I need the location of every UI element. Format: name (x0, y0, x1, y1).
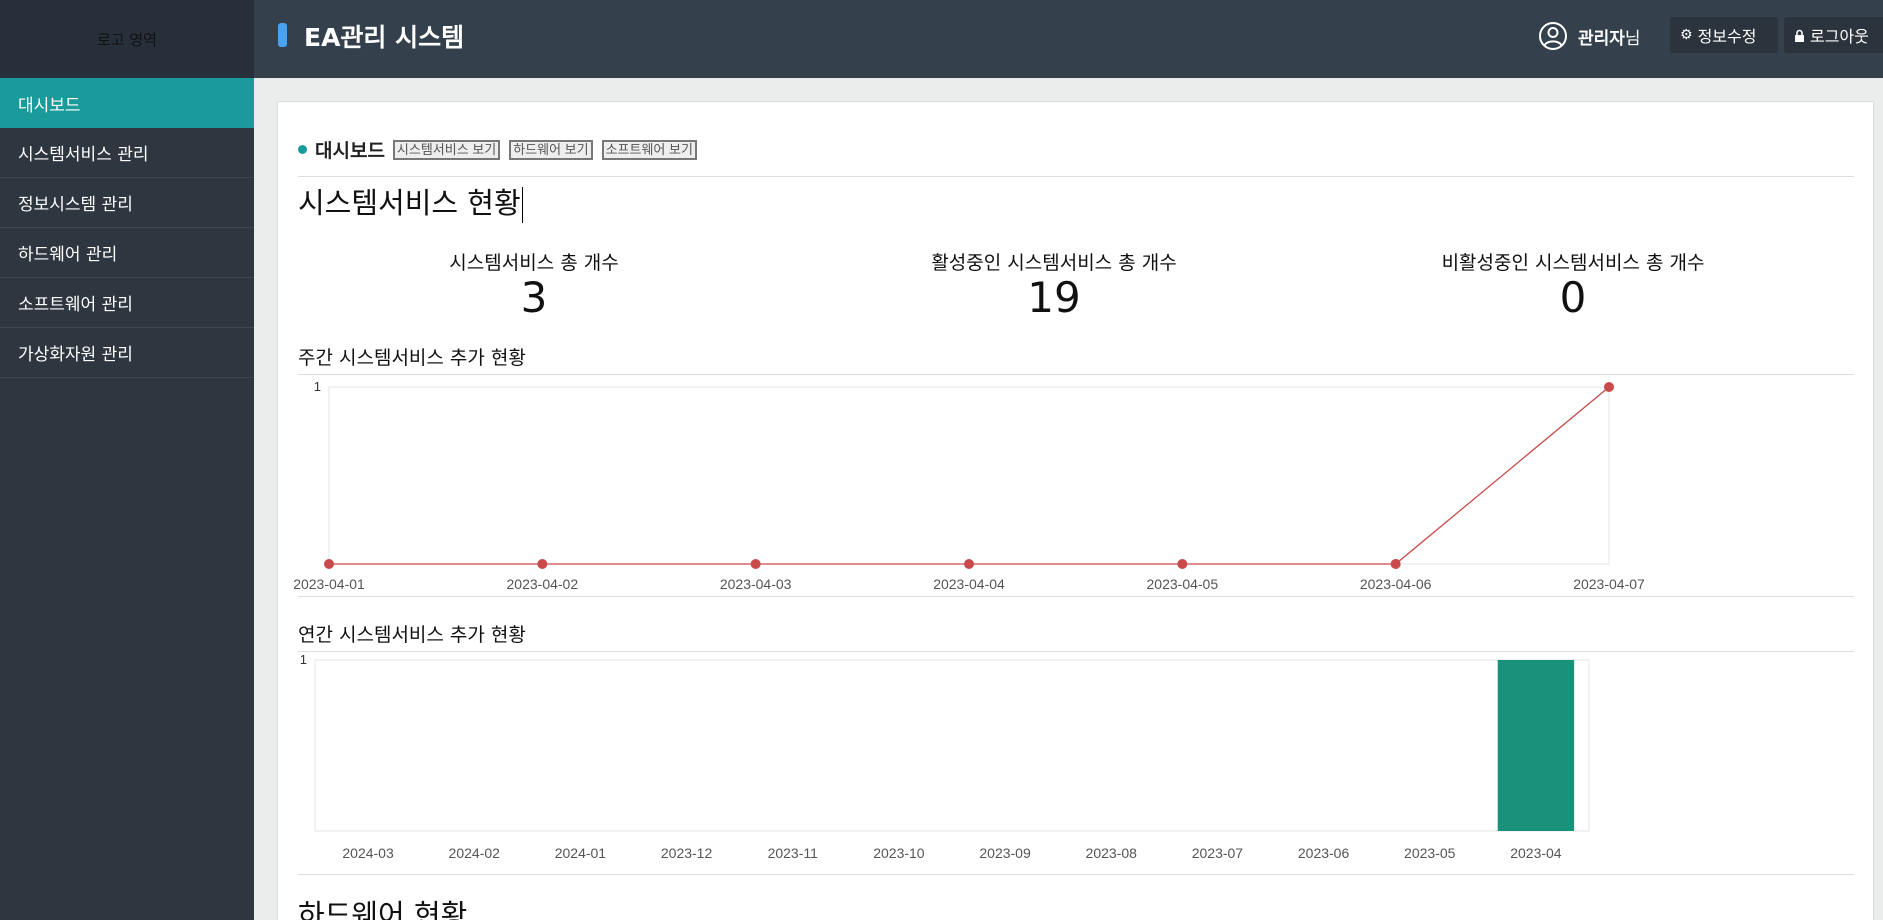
page-title: 대시보드 (315, 140, 385, 162)
x-tick-label: 2023-05 (1404, 845, 1456, 861)
weekly-chart-title: 주간 시스템서비스 추가 현황 (298, 347, 526, 369)
data-point (1604, 382, 1614, 392)
stat-active-value: 19 (1027, 273, 1081, 322)
sidebar-item-software[interactable]: 소프트웨어 관리 (0, 278, 254, 328)
sidebar-item-virtualization[interactable]: 가상화자원 관리 (0, 328, 254, 378)
x-tick-label: 2023-04-05 (1147, 576, 1219, 592)
data-point (537, 559, 548, 569)
content-panel: 대시보드 시스템서비스 보기 하드웨어 보기 소프트웨어 보기 시스템서비스 현… (277, 101, 1874, 920)
x-tick-label: 2023-04-04 (933, 576, 1005, 592)
edit-profile-label: 정보수정 (1697, 27, 1757, 46)
app-title: EA관리 시스템 (304, 23, 465, 52)
x-tick-label: 2023-04-06 (1360, 576, 1432, 592)
x-tick-label: 2023-04-07 (1573, 576, 1645, 592)
view-software-button[interactable]: 소프트웨어 보기 (601, 139, 697, 160)
logout-label: 로그아웃 (1810, 27, 1869, 46)
series-line (329, 386, 1610, 565)
divider (298, 874, 1854, 875)
bar (1497, 660, 1575, 831)
x-tick-label: 2023-06 (1298, 845, 1350, 861)
x-tick-label: 2023-12 (661, 845, 713, 861)
x-tick-label: 2024-03 (342, 845, 394, 861)
data-point (1390, 559, 1401, 569)
gear-icon: ⚙ (1680, 27, 1693, 43)
x-tick-label: 2023-04 (1510, 845, 1562, 861)
x-tick-label: 2023-04-01 (293, 576, 365, 592)
x-tick-label: 2024-01 (555, 845, 607, 861)
data-point (964, 559, 974, 569)
stat-total-label: 시스템서비스 총 개수 (449, 252, 619, 274)
x-tick-label: 2023-10 (873, 845, 925, 861)
x-tick-label: 2023-04-03 (720, 576, 792, 592)
top-header: EA관리 시스템 관리자님 ⚙ 정보수정 로그아웃 (254, 0, 1883, 78)
user-name-suffix: 님 (1624, 29, 1641, 49)
title-accent-bar (278, 23, 287, 47)
bullet-icon (298, 145, 307, 154)
user-name: 관리자님 (1578, 24, 1641, 49)
sidebar-item-system-service[interactable]: 시스템서비스 관리 (0, 128, 254, 178)
x-tick-label: 2023-11 (768, 845, 819, 861)
data-point (1177, 559, 1188, 569)
edit-profile-button[interactable]: ⚙ 정보수정 (1670, 17, 1778, 53)
user-name-bold: 관리자 (1578, 29, 1625, 49)
x-tick-label: 2023-07 (1192, 845, 1244, 861)
stat-inactive: 비활성중인 시스템서비스 총 개수 0 (1313, 248, 1833, 321)
text-cursor (521, 187, 523, 223)
breadcrumb: 대시보드 시스템서비스 보기 하드웨어 보기 소프트웨어 보기 (298, 136, 706, 163)
stat-total-value: 3 (520, 273, 548, 322)
x-tick-label: 2023-08 (1086, 845, 1138, 861)
stat-inactive-label: 비활성중인 시스템서비스 총 개수 (1441, 252, 1705, 274)
section-title-text: 시스템서비스 현황 (298, 186, 521, 220)
logout-button[interactable]: 로그아웃 (1784, 17, 1883, 53)
x-tick-label: 2023-09 (979, 845, 1031, 861)
divider (298, 596, 1854, 597)
sidebar-item-hardware[interactable]: 하드웨어 관리 (0, 228, 254, 278)
yearly-chart-title: 연간 시스템서비스 추가 현황 (298, 624, 526, 646)
view-system-service-button[interactable]: 시스템서비스 보기 (392, 139, 501, 160)
sidebar-item-information-system[interactable]: 정보시스템 관리 (0, 178, 254, 228)
divider (298, 176, 1854, 177)
yearly-bar-chart: 1 2024-03 2024-02 2024-01 2023-12 2023-11 2023… (300, 652, 1590, 861)
view-hardware-button[interactable]: 하드웨어 보기 (509, 139, 593, 160)
stat-active: 활성중인 시스템서비스 총 개수 19 (794, 248, 1314, 321)
chart-plot-area (314, 659, 1590, 832)
stat-total: 시스템서비스 총 개수 3 (274, 248, 794, 321)
sidebar-item-dashboard[interactable]: 대시보드 (0, 78, 254, 128)
y-tick-label: 1 (300, 652, 307, 667)
section-title: 시스템서비스 현황 (298, 180, 523, 223)
user-circle-icon[interactable] (1538, 21, 1568, 51)
data-point (324, 559, 334, 569)
lock-icon (1795, 29, 1804, 42)
x-tick-label: 2024-02 (449, 845, 501, 861)
data-point (750, 559, 761, 569)
stat-active-label: 활성중인 시스템서비스 총 개수 (931, 252, 1177, 274)
y-tick-label: 1 (314, 379, 321, 394)
x-tick-label: 2023-04-02 (507, 576, 579, 592)
weekly-line-chart: 1 2023-04-01 2023-04-02 2023-04-03 2023-04-0… (293, 379, 1645, 592)
chart-plot-area (328, 386, 1610, 565)
logo-area: 로고 영역 (0, 0, 254, 78)
stat-inactive-value: 0 (1559, 273, 1587, 322)
hardware-section-title: 하드웨어 현황 (298, 898, 468, 920)
sidebar: 로고 영역 대시보드 시스템서비스 관리 정보시스템 관리 하드웨어 관리 소프… (0, 0, 254, 920)
